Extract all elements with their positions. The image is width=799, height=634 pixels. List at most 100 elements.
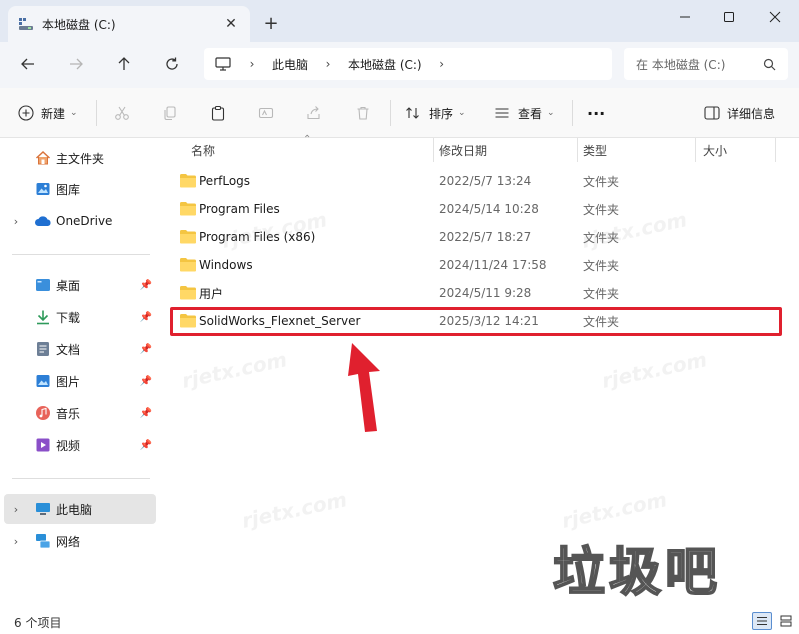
sidebar-item-network[interactable]: › 网络 — [4, 526, 156, 556]
sidebar-item-label: 主文件夹 — [56, 151, 105, 166]
pin-icon[interactable]: 📌 — [140, 439, 152, 451]
sidebar-item-documents[interactable]: 文档 📌 — [4, 334, 156, 364]
watermark-logo-text: 垃圾吧 — [552, 541, 722, 604]
file-name: Program Files — [199, 202, 280, 216]
watermark: rjetx.com — [599, 347, 710, 393]
forward-button[interactable] — [62, 52, 90, 76]
plus-circle-icon — [18, 105, 34, 121]
column-divider[interactable] — [433, 138, 434, 162]
table-row[interactable]: PerfLogs 2022/5/7 13:24 文件夹 — [175, 167, 777, 195]
pin-icon[interactable]: 📌 — [140, 279, 152, 291]
sidebar-item-label: 音乐 — [56, 406, 81, 421]
pin-icon[interactable]: 📌 — [140, 375, 152, 387]
sort-ascending-icon: ⌃ — [303, 134, 312, 145]
pin-icon[interactable]: 📌 — [140, 343, 152, 355]
folder-icon — [180, 174, 196, 188]
pin-icon[interactable]: 📌 — [140, 311, 152, 323]
address-bar[interactable]: › 此电脑 › 本地磁盘 (C:) › — [204, 48, 612, 80]
column-header-date[interactable]: 修改日期 — [439, 138, 487, 162]
close-icon — [769, 11, 781, 23]
column-header-type[interactable]: 类型 — [583, 138, 607, 162]
minimize-button[interactable] — [670, 6, 700, 28]
divider — [96, 100, 97, 126]
column-header-size[interactable]: 大小 — [703, 138, 727, 162]
delete-button[interactable] — [355, 100, 371, 126]
sidebar-item-music[interactable]: 音乐 📌 — [4, 398, 156, 428]
download-icon — [34, 308, 52, 326]
rename-button[interactable] — [258, 100, 274, 126]
clipboard-icon — [211, 105, 225, 121]
details-label: 详细信息 — [727, 106, 776, 121]
new-tab-button[interactable]: + — [260, 12, 282, 34]
arrow-up-icon — [118, 57, 130, 70]
annotation-arrow — [348, 343, 380, 432]
chevron-down-icon: ⌄ — [70, 108, 78, 118]
cloud-icon — [34, 212, 52, 230]
details-pane-button[interactable]: 详细信息 — [704, 100, 775, 126]
folder-icon — [180, 258, 196, 272]
paste-button[interactable] — [210, 100, 226, 126]
column-divider[interactable] — [577, 138, 578, 162]
chevron-right-icon[interactable]: › — [10, 535, 22, 548]
chevron-right-icon[interactable]: › — [318, 57, 338, 71]
close-tab-button[interactable]: ✕ — [222, 15, 240, 33]
more-options-button[interactable]: ··· — [587, 100, 605, 126]
file-type: 文件夹 — [583, 174, 620, 189]
sidebar-item-label: 视频 — [56, 438, 81, 453]
sidebar-item-this-pc[interactable]: › 此电脑 — [4, 494, 156, 524]
copy-button[interactable] — [162, 100, 178, 126]
pin-icon[interactable]: 📌 — [140, 407, 152, 419]
chevron-right-icon[interactable]: › — [10, 215, 22, 228]
share-button[interactable] — [306, 100, 322, 126]
sidebar-item-home[interactable]: 主文件夹 — [4, 143, 156, 173]
file-date: 2024/11/24 17:58 — [439, 258, 547, 272]
sidebar-item-downloads[interactable]: 下载 📌 — [4, 302, 156, 332]
rename-icon — [258, 107, 274, 119]
new-button[interactable]: 新建 ⌄ — [18, 100, 78, 126]
column-divider[interactable] — [695, 138, 696, 162]
close-window-button[interactable] — [760, 6, 790, 28]
status-bar: 6 个项目 — [0, 608, 799, 634]
back-button[interactable] — [14, 52, 42, 76]
sidebar-item-pictures[interactable]: 图片 📌 — [4, 366, 156, 396]
sidebar-item-label: OneDrive — [56, 214, 113, 228]
details-view-button[interactable] — [752, 612, 772, 630]
sidebar-item-desktop[interactable]: 桌面 📌 — [4, 270, 156, 300]
sidebar-item-gallery[interactable]: 图库 — [4, 174, 156, 204]
highlight-box — [170, 307, 782, 336]
table-row[interactable]: 用户 2024/5/11 9:28 文件夹 — [175, 279, 777, 307]
file-date: 2022/5/7 13:24 — [439, 174, 532, 188]
table-row[interactable]: Windows 2024/11/24 17:58 文件夹 — [175, 251, 777, 279]
sidebar-item-label: 图片 — [56, 374, 81, 389]
search-box[interactable]: 在 本地磁盘 (C:) — [624, 48, 788, 80]
chevron-right-icon[interactable]: › — [432, 57, 452, 71]
chevron-right-icon[interactable]: › — [10, 503, 22, 516]
search-input[interactable]: 在 本地磁盘 (C:) — [636, 56, 725, 73]
chevron-right-icon[interactable]: › — [242, 57, 262, 71]
breadcrumb-local-disk[interactable]: 本地磁盘 (C:) — [348, 56, 422, 73]
column-header-name[interactable]: 名称 — [191, 138, 215, 162]
desktop-icon — [34, 276, 52, 294]
breadcrumb-this-pc[interactable]: 此电脑 — [272, 56, 308, 73]
file-type: 文件夹 — [583, 258, 620, 273]
computer-icon — [34, 500, 52, 518]
active-tab[interactable]: 本地磁盘 (C:) ✕ — [8, 6, 250, 42]
command-bar: 新建 ⌄ 排序 ⌄ 查看 ⌄ ··· 详细信息 — [0, 88, 799, 138]
share-icon — [307, 106, 320, 120]
refresh-button[interactable] — [158, 52, 186, 76]
sort-button[interactable]: 排序 ⌄ — [405, 100, 466, 126]
chevron-down-icon: ⌄ — [547, 108, 555, 118]
view-button[interactable]: 查看 ⌄ — [494, 100, 555, 126]
up-button[interactable] — [110, 52, 138, 76]
divider — [12, 478, 150, 479]
details-view-icon — [757, 617, 767, 625]
arrow-left-icon — [21, 58, 34, 70]
divider — [12, 254, 150, 255]
cut-button[interactable] — [114, 100, 130, 126]
column-divider[interactable] — [775, 138, 776, 162]
tiles-view-button[interactable] — [776, 612, 796, 630]
sidebar-item-videos[interactable]: 视频 📌 — [4, 430, 156, 460]
watermark: rjetx.com — [179, 347, 290, 393]
sidebar-item-onedrive[interactable]: › OneDrive — [4, 206, 156, 236]
maximize-button[interactable] — [714, 6, 744, 28]
